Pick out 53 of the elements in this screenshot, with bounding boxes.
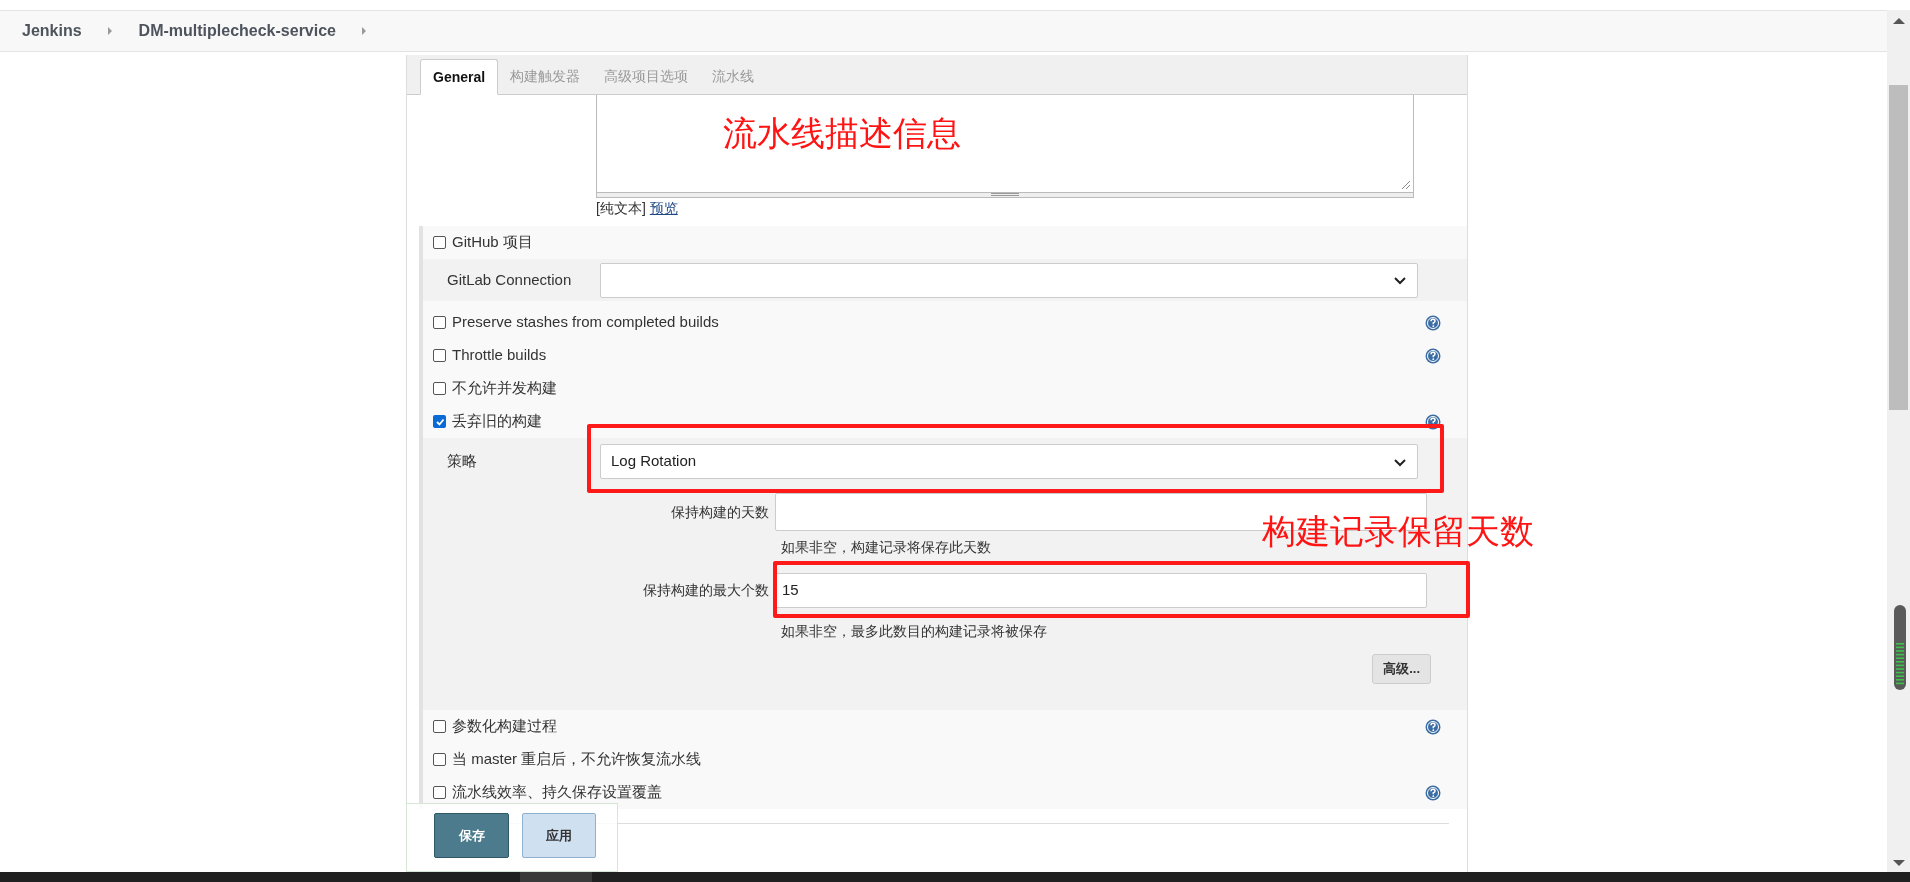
resize-grip-icon[interactable] [1400,179,1411,190]
input-field[interactable]: 15 [775,573,1427,608]
field-label: GitLab Connection [447,269,573,290]
checkbox[interactable] [433,236,446,249]
checkbox[interactable] [433,382,446,395]
checkbox-label: 不允许并发构建 [452,378,557,399]
help-icon[interactable] [1425,784,1441,801]
hint-text: 如果非空，最多此数目的构建记录将被保存 [781,622,1047,641]
dropdown-field[interactable] [600,262,1418,298]
description-field[interactable] [596,95,1414,193]
strategy-dropdown[interactable]: Log Rotation [600,444,1418,479]
help-icon[interactable] [1425,314,1441,331]
check-icon [434,416,445,427]
checkbox-label: 参数化构建过程 [452,716,557,737]
chevron-down-icon [1393,274,1407,286]
tab[interactable]: General [420,59,499,95]
preview-link[interactable]: 预览 [649,197,678,219]
help-icon[interactable] [1425,718,1441,735]
select-value: Log Rotation [611,451,698,472]
checkbox[interactable] [433,720,446,733]
checkbox-label: Preserve stashes from completed builds [452,312,719,333]
checkbox-label: 流水线效率、持久保存设置覆盖 [452,782,662,803]
breadcrumb-link[interactable]: DM-multiplecheck-service [138,19,336,43]
help-icon[interactable] [1425,413,1441,430]
format-label: [纯文本] [596,198,646,218]
chevron-right-icon[interactable] [107,27,113,35]
help-icon[interactable] [1425,347,1441,364]
checkbox-label: 当 master 重启后，不允许恢复流水线 [452,749,702,770]
save-button[interactable]: 保存 [434,813,509,858]
level-meter-icon [1894,605,1906,690]
scrollbar[interactable] [1887,10,1910,872]
hint-text: 如果非空，构建记录将保存此天数 [781,538,991,557]
scroll-up-icon[interactable] [1893,18,1905,24]
advanced-button[interactable]: 高级... [1372,654,1431,684]
checkbox[interactable] [433,786,446,799]
checkbox-label: 丢弃旧的构建 [452,411,542,432]
checkbox[interactable] [433,415,446,428]
resize-handle[interactable] [596,193,1414,198]
apply-button[interactable]: 应用 [522,813,596,858]
scrollbar-thumb[interactable] [1889,85,1908,410]
chevron-right-icon[interactable] [362,27,367,35]
field-label: 策略 [447,451,478,471]
annotation-text: 构建记录保留天数 [1262,511,1534,551]
checkbox[interactable] [433,316,446,329]
checkbox-label: GitHub 项目 [452,232,533,253]
field-label: 保持构建的最大个数 [643,581,769,600]
scroll-down-icon[interactable] [1893,860,1905,866]
breadcrumb-link[interactable]: Jenkins [22,19,82,43]
checkbox[interactable] [433,349,446,362]
checkbox[interactable] [433,753,446,766]
annotation-text: 流水线描述信息 [723,113,961,153]
checkbox-label: Throttle builds [452,345,547,366]
field-label: 保持构建的天数 [671,502,769,522]
